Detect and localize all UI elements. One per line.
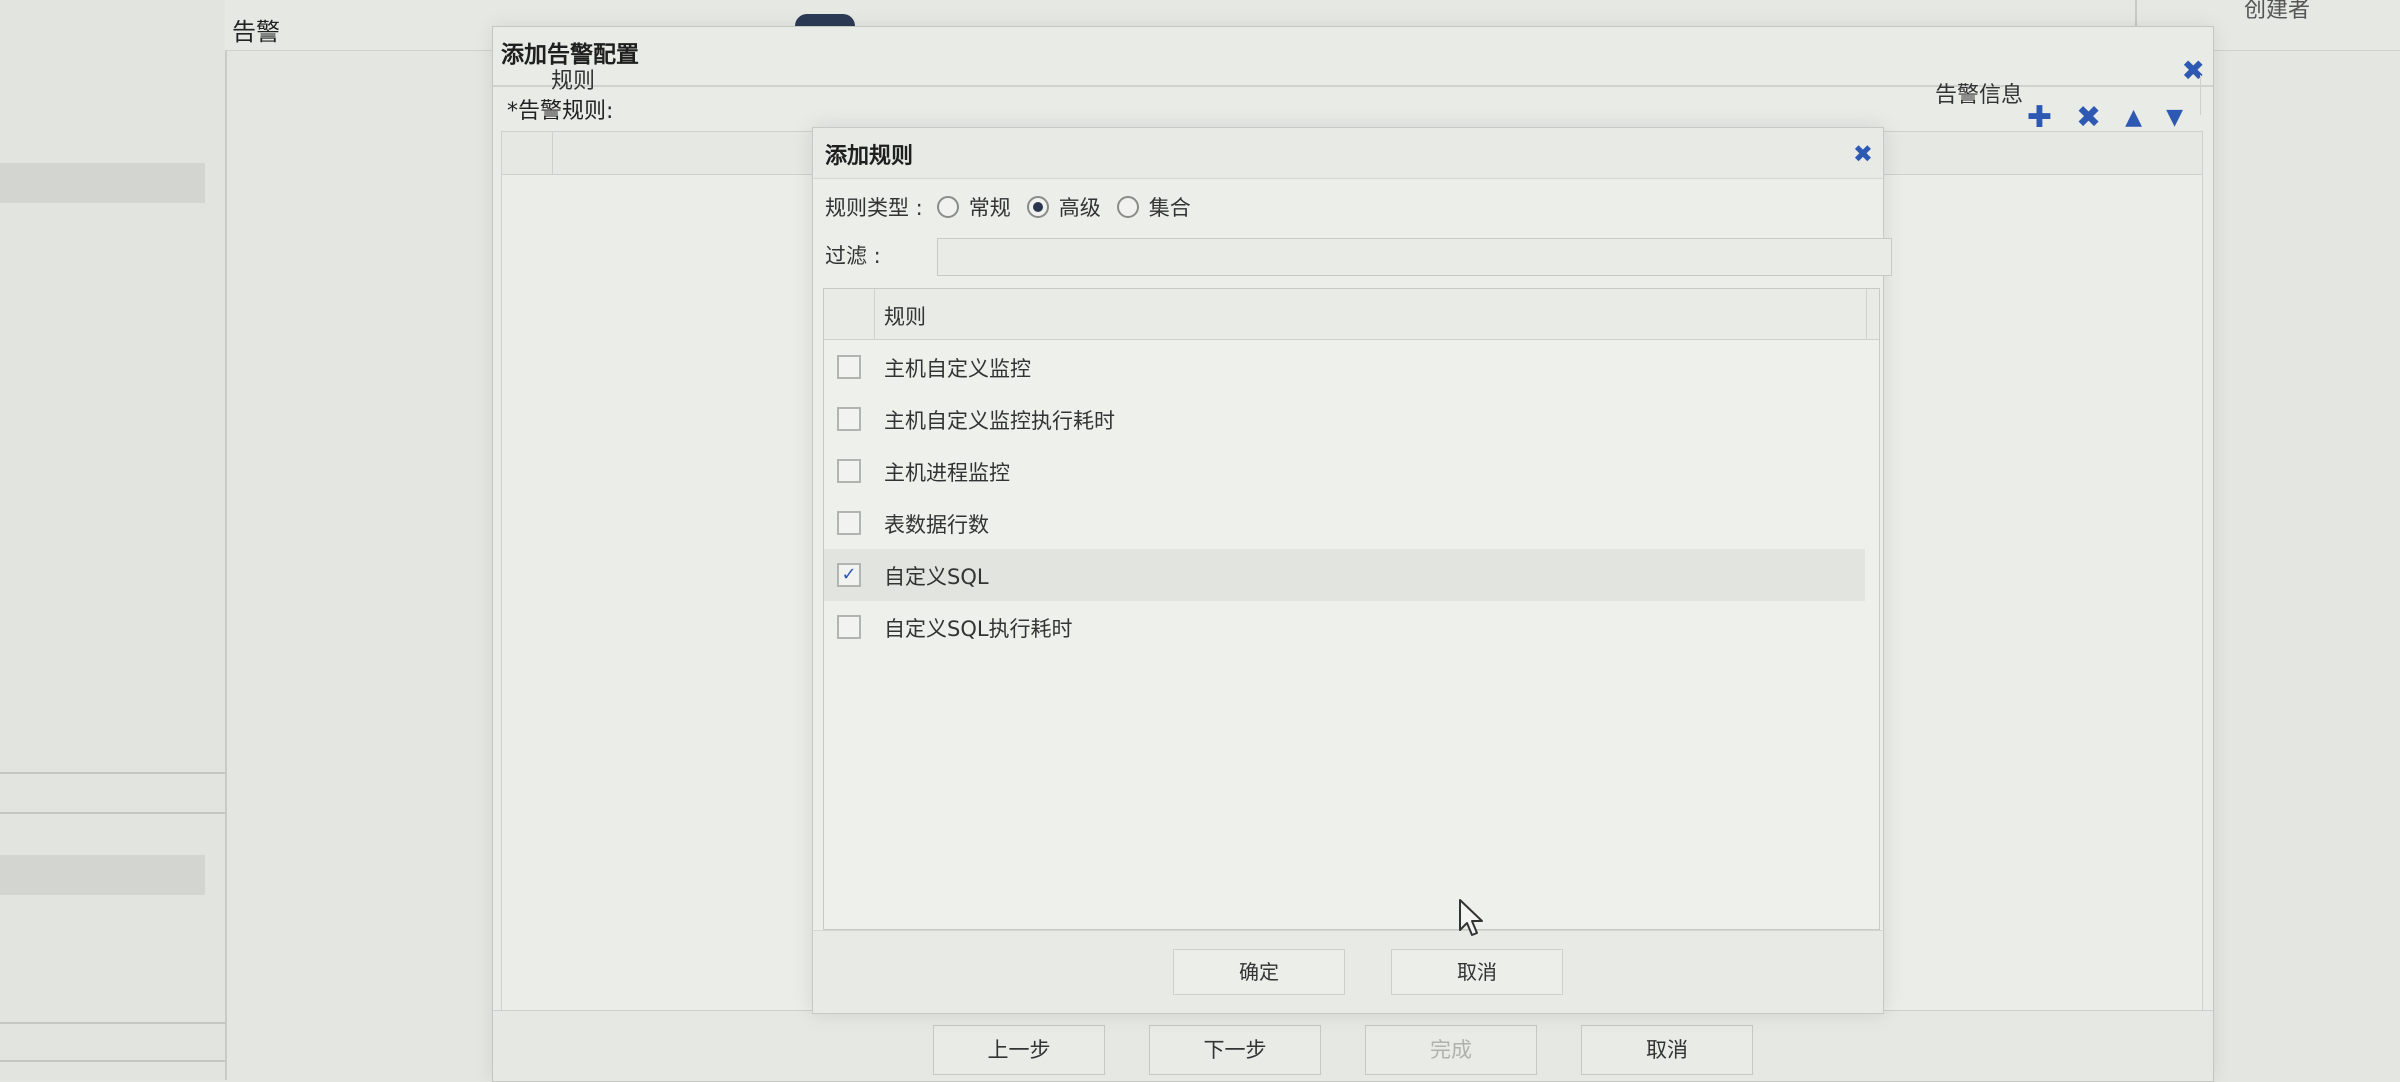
- list-item[interactable]: 主机自定义监控: [824, 341, 1879, 393]
- check-icon: ✓: [841, 564, 857, 585]
- dialog-title: 添加规则: [825, 144, 914, 169]
- radio-button[interactable]: [936, 196, 959, 218]
- checkbox[interactable]: [837, 459, 861, 483]
- radio-label: 集合: [1148, 196, 1191, 220]
- rule-name: 主机自定义监控: [884, 357, 1031, 381]
- next-step-button[interactable]: 下一步: [1149, 1025, 1321, 1075]
- close-icon[interactable]: ✖: [2182, 57, 2205, 85]
- checkbox[interactable]: [837, 407, 861, 431]
- divider: [0, 812, 225, 814]
- column-separator: [2200, 75, 2201, 115]
- radio-label: 常规: [968, 196, 1011, 220]
- sidebar-item[interactable]: [0, 855, 205, 895]
- finish-button[interactable]: 完成: [1365, 1025, 1537, 1075]
- column-header-alert-message: 告警信息: [1934, 83, 2023, 108]
- list-item[interactable]: 主机进程监控: [824, 445, 1879, 497]
- mouse-cursor-icon: [1459, 899, 1483, 936]
- radio-option-collection[interactable]: 集合: [1116, 192, 1191, 222]
- rule-rows: 主机自定义监控 主机自定义监控执行耗时 主机进程监控 表数据行数 ✓ 自定义SQ…: [824, 341, 1879, 653]
- rule-name: 表数据行数: [884, 513, 989, 537]
- rule-type-label: 规则类型 :: [825, 196, 923, 220]
- rule-name: 主机进程监控: [884, 461, 1010, 485]
- checkbox[interactable]: [837, 511, 861, 535]
- column-header-rule: 规则: [884, 305, 926, 329]
- column-header-rule: 规则: [551, 69, 596, 94]
- radio-button[interactable]: [1026, 196, 1049, 218]
- radio-button[interactable]: [1116, 196, 1139, 218]
- list-item[interactable]: ✓ 自定义SQL: [824, 549, 1865, 601]
- checkbox[interactable]: [837, 615, 861, 639]
- sidebar: [0, 0, 227, 1080]
- cancel-button[interactable]: 取消: [1391, 949, 1563, 995]
- filter-input[interactable]: [937, 238, 1892, 276]
- add-rule-dialog: 添加规则 ✖ 规则类型 : 常规 高级 集合 过滤 : 规则 主机自定义监控 主…: [812, 127, 1892, 1014]
- rule-name: 自定义SQL: [884, 565, 989, 589]
- list-item[interactable]: 表数据行数: [824, 497, 1879, 549]
- divider: [0, 1022, 225, 1024]
- filter-label: 过滤 :: [825, 244, 881, 268]
- checkbox[interactable]: ✓: [837, 563, 861, 587]
- list-item[interactable]: 主机自定义监控执行耗时: [824, 393, 1879, 445]
- sidebar-item[interactable]: [0, 163, 205, 203]
- column-header-creator: 创建者: [2243, 0, 2310, 23]
- nav-label-alert: 告警: [232, 18, 280, 46]
- close-icon[interactable]: ✖: [1853, 142, 1873, 166]
- rules-toolbar: ✚ ✖ ▲ ▼: [2027, 103, 2183, 133]
- column-separator: [552, 132, 553, 174]
- list-item[interactable]: 自定义SQL执行耗时: [824, 601, 1879, 653]
- rule-name: 主机自定义监控执行耗时: [884, 409, 1115, 433]
- dialog-footer: 确定 取消: [813, 930, 1883, 1013]
- prev-step-button[interactable]: 上一步: [933, 1025, 1105, 1075]
- radio-option-regular[interactable]: 常规: [936, 192, 1011, 222]
- rule-list: 规则 主机自定义监控 主机自定义监控执行耗时 主机进程监控 表数据行数 ✓ 自定…: [823, 288, 1880, 930]
- radio-option-advanced[interactable]: 高级: [1026, 192, 1101, 222]
- divider: [0, 1060, 225, 1062]
- dialog-footer: 上一步 下一步 完成 取消: [493, 1010, 2213, 1081]
- rule-name: 自定义SQL执行耗时: [884, 617, 1073, 641]
- checkbox[interactable]: [837, 355, 861, 379]
- plus-icon[interactable]: ✚: [2027, 103, 2052, 133]
- rule-list-header: 规则: [824, 289, 1879, 340]
- radio-label: 高级: [1058, 196, 1101, 220]
- divider: [0, 772, 225, 774]
- rule-type-selector: 规则类型 : 常规 高级 集合: [825, 192, 1207, 222]
- dialog-titlebar: 添加规则 ✖: [813, 128, 1883, 179]
- cancel-button[interactable]: 取消: [1581, 1025, 1753, 1075]
- triangle-down-icon[interactable]: ▼: [2166, 107, 2183, 129]
- alert-rules-label: *告警规则:: [507, 99, 614, 124]
- confirm-button[interactable]: 确定: [1173, 949, 1345, 995]
- triangle-up-icon[interactable]: ▲: [2125, 107, 2142, 129]
- column-separator: [1866, 289, 1867, 339]
- column-separator: [874, 289, 875, 339]
- x-icon[interactable]: ✖: [2076, 103, 2101, 133]
